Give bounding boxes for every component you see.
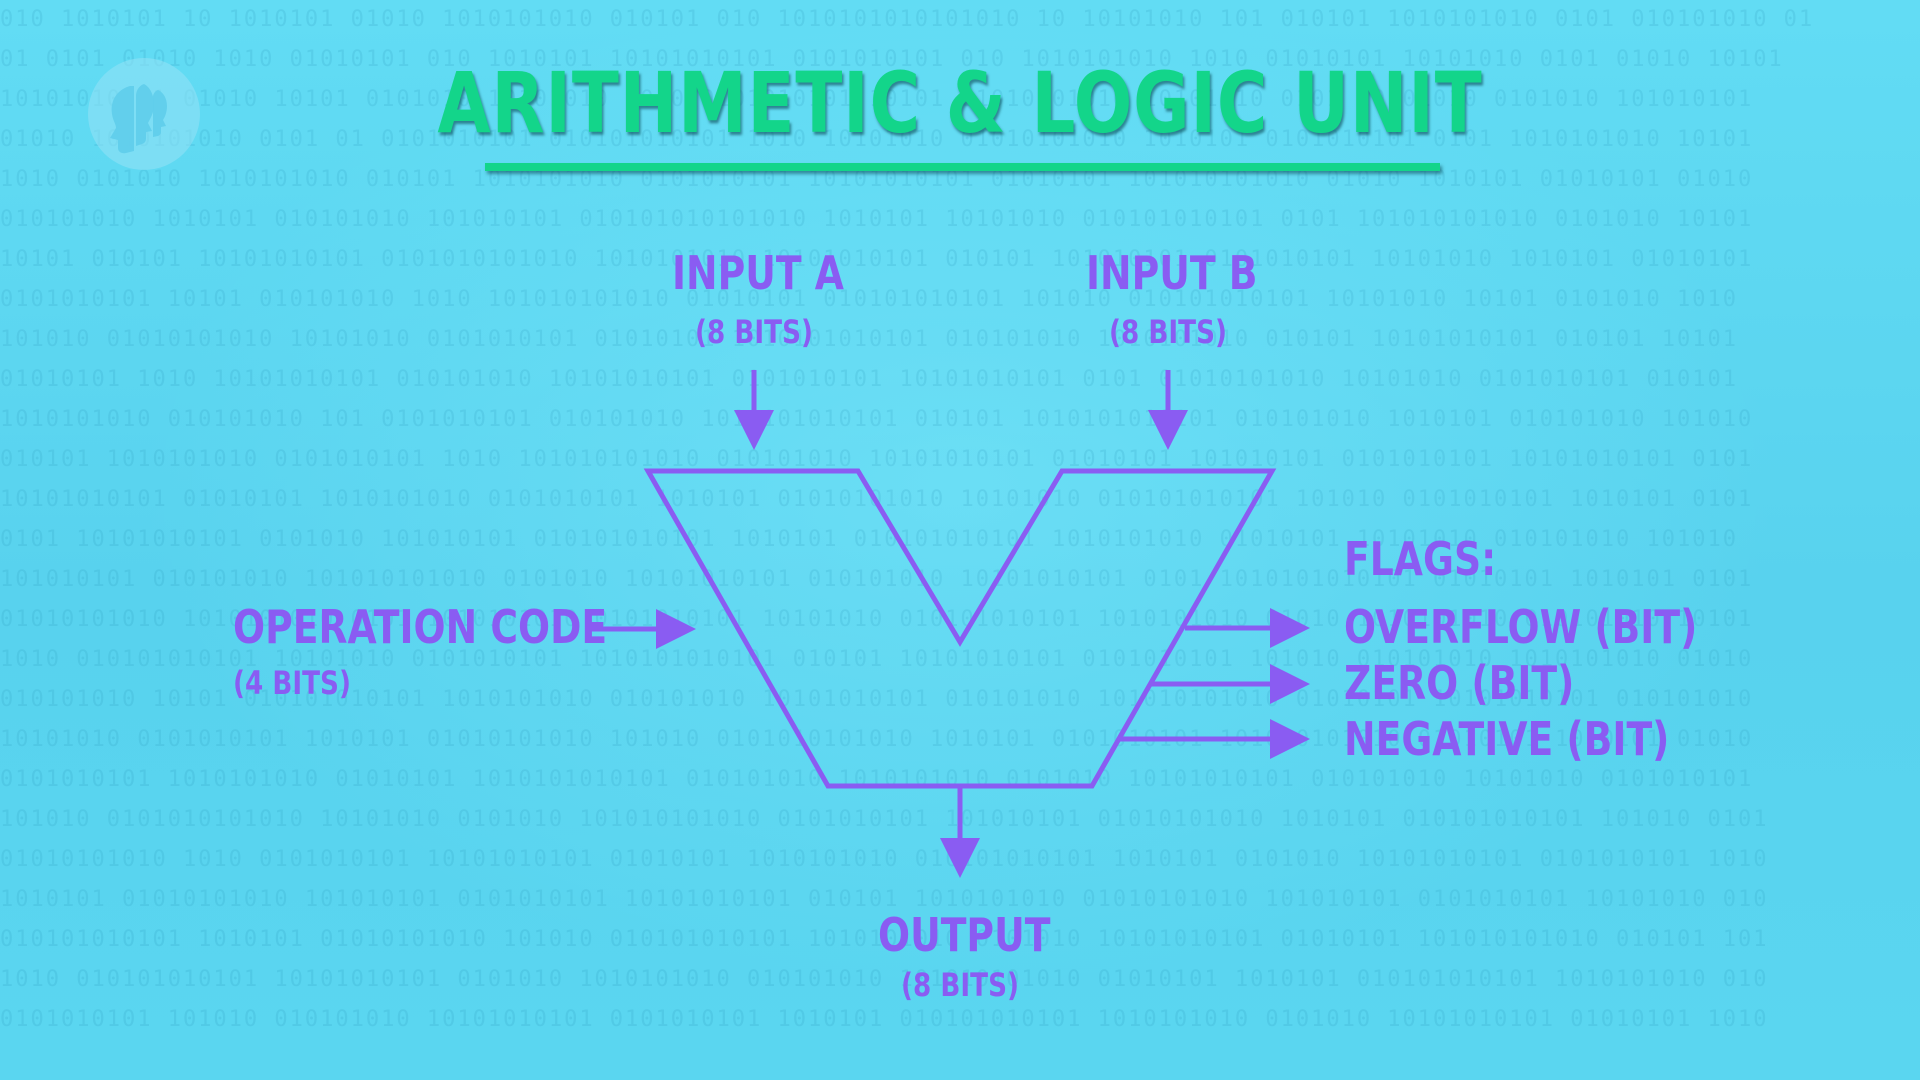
opcode-bits: (4 BITS) — [233, 664, 351, 702]
input-b-bits: (8 BITS) — [1109, 313, 1227, 351]
flags-heading: FLAGS: — [1344, 532, 1497, 586]
opcode-label: OPERATION CODE — [233, 600, 608, 654]
input-b-label: INPUT B — [1086, 246, 1258, 300]
input-a-label: INPUT A — [672, 246, 844, 300]
slide: 010 1010101 10 1010101 01010 1010101010 … — [0, 0, 1920, 1080]
flag-negative: NEGATIVE (BIT) — [1344, 712, 1670, 766]
output-bits: (8 BITS) — [901, 966, 1019, 1004]
flag-zero: ZERO (BIT) — [1344, 656, 1575, 710]
input-a-bits: (8 BITS) — [695, 313, 813, 351]
output-label: OUTPUT — [878, 908, 1051, 962]
flag-overflow: OVERFLOW (BIT) — [1344, 600, 1698, 654]
